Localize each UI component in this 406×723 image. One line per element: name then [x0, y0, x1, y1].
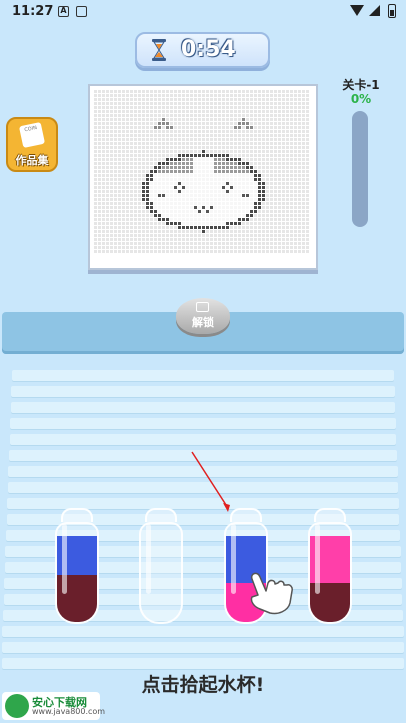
rack-stripe [11, 386, 395, 397]
unlock-button[interactable]: 解锁 [176, 298, 230, 334]
cup-shine [315, 524, 320, 594]
cup-rim [230, 508, 262, 522]
rack-stripe [2, 642, 404, 653]
cup-shine [231, 524, 236, 594]
pixel-cat-picture [94, 90, 309, 253]
gallery-label: 作品集 [15, 154, 49, 167]
watermark-logo-icon [5, 694, 29, 718]
level-label: 关卡-1 [342, 78, 380, 92]
cup-shine [146, 524, 151, 594]
rack-stripe [9, 450, 397, 461]
water-cup-4[interactable] [308, 508, 352, 626]
tap-hand-icon [250, 572, 293, 615]
level-progress-bar [352, 111, 368, 227]
status-bar: 11:27 A [0, 0, 406, 24]
rack-stripe [12, 370, 394, 381]
rack-stripe [8, 466, 398, 477]
water-cup-2[interactable] [139, 508, 183, 626]
rack-stripe [2, 626, 404, 637]
screenshot-icon [76, 6, 87, 17]
hourglass-icon [152, 39, 166, 61]
rack-stripe [10, 402, 396, 413]
watermark: 安心下载网 www.java800.com [2, 692, 105, 720]
status-time: 11:27 [12, 4, 54, 19]
cup-rim [314, 508, 346, 522]
battery-icon [388, 4, 396, 18]
pixel-art-canvas [88, 84, 318, 270]
rack-stripe [10, 418, 396, 429]
water-cup-1[interactable] [55, 508, 99, 626]
rack-stripe [7, 482, 399, 493]
cup-shine [62, 524, 67, 594]
cup-rim [145, 508, 177, 522]
unlock-label: 解锁 [192, 316, 214, 329]
cup-rim [61, 508, 93, 522]
video-icon [196, 302, 209, 312]
watermark-url: www.java800.com [32, 707, 106, 716]
rack-stripe [2, 658, 404, 669]
gallery-button[interactable]: COIN 作品集 [6, 117, 58, 172]
rack-stripe [9, 434, 397, 445]
countdown-timer: 0:54 [135, 32, 270, 68]
coin-book-icon: COIN [18, 121, 46, 149]
wifi-icon [350, 5, 364, 16]
notification-a-icon: A [58, 6, 69, 17]
level-percent: 0% [350, 92, 372, 106]
signal-icon [369, 5, 380, 16]
timer-text: 0:54 [181, 37, 236, 62]
